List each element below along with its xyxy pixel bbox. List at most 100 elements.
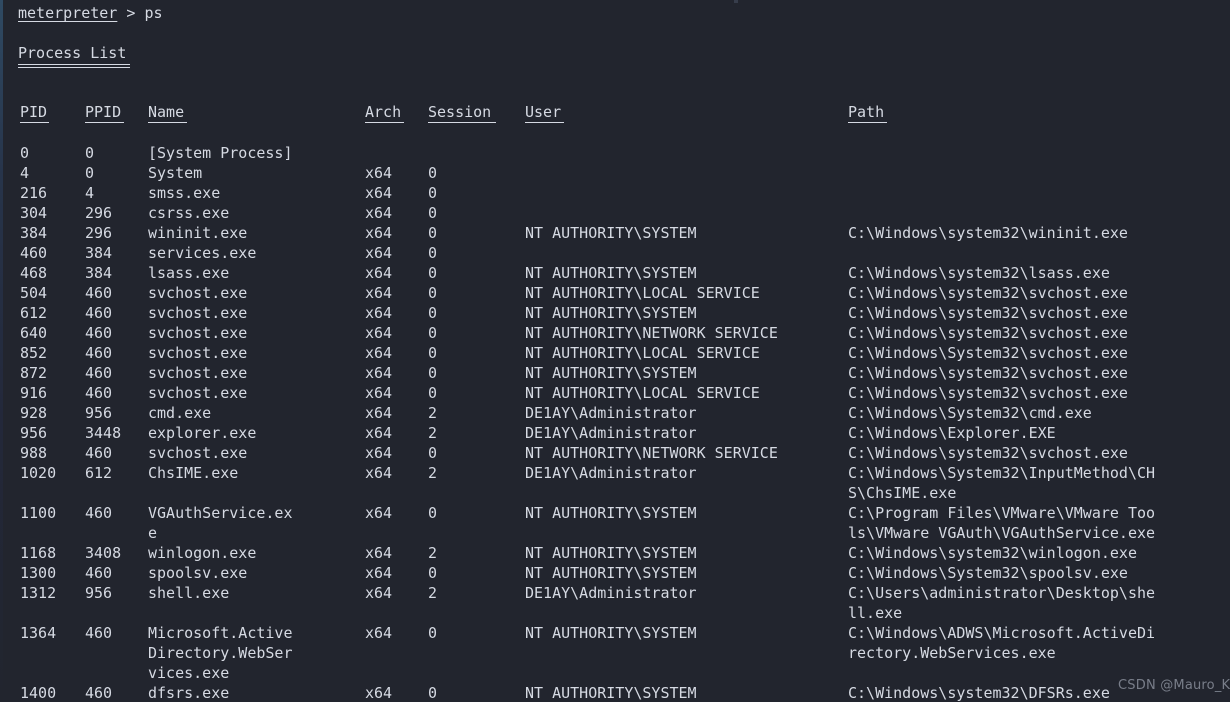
cell-arch: x64	[365, 284, 393, 302]
cell-pid: 872	[20, 364, 48, 382]
cell-pid: 468	[20, 264, 48, 282]
cell-name: Directory.WebSer	[148, 644, 293, 662]
cell-arch: x64	[365, 224, 393, 242]
cell-session: 0	[428, 324, 438, 342]
cell-arch: x64	[365, 204, 393, 222]
cell-name: VGAuthService.ex	[148, 504, 293, 522]
cell-user: NT AUTHORITY\SYSTEM	[525, 264, 697, 282]
cell-name: svchost.exe	[148, 324, 248, 342]
cell-user: NT AUTHORITY\LOCAL SERVICE	[525, 384, 760, 402]
cell-user: NT AUTHORITY\SYSTEM	[525, 684, 697, 702]
cell-name: smss.exe	[148, 184, 221, 202]
cell-session: 0	[428, 364, 438, 382]
cell-pid: 1300	[20, 564, 57, 582]
cell-ppid: 956	[85, 584, 113, 602]
cell-path: C:\Windows\System32\InputMethod\CH	[848, 464, 1156, 482]
cell-name: ChsIME.exe	[148, 464, 239, 482]
cell-arch: x64	[365, 544, 393, 562]
cell-user: DE1AY\Administrator	[525, 424, 697, 442]
cell-ppid: 460	[85, 364, 113, 382]
cell-name: explorer.exe	[148, 424, 257, 442]
cell-name: svchost.exe	[148, 364, 248, 382]
cell-path: C:\Windows\system32\DFSRs.exe	[848, 684, 1110, 702]
cell-path: C:\Windows\System32\svchost.exe	[848, 344, 1128, 362]
cell-ppid: 460	[85, 444, 113, 462]
cell-path: C:\Windows\Explorer.EXE	[848, 424, 1056, 442]
cell-path: C:\Windows\system32\svchost.exe	[848, 364, 1128, 382]
cell-arch: x64	[365, 344, 393, 362]
cell-pid: 1168	[20, 544, 57, 562]
cell-pid: 1312	[20, 584, 57, 602]
column-header-pid: PID	[20, 103, 48, 121]
column-rule-path	[848, 122, 887, 123]
cell-session: 2	[428, 584, 438, 602]
cell-arch: x64	[365, 184, 393, 202]
cell-ppid: 460	[85, 344, 113, 362]
cell-path: C:\Program Files\VMware\VMware Too	[848, 504, 1156, 522]
window-edge-accent	[0, 0, 3, 702]
cell-arch: x64	[365, 244, 393, 262]
cell-session: 0	[428, 204, 438, 222]
cell-session: 0	[428, 244, 438, 262]
cell-arch: x64	[365, 564, 393, 582]
cell-pid: 852	[20, 344, 48, 362]
cell-arch: x64	[365, 444, 393, 462]
command-text: ps	[144, 4, 163, 22]
cell-ppid: 3448	[85, 424, 122, 442]
cell-name: Microsoft.Active	[148, 624, 293, 642]
cell-session: 0	[428, 384, 438, 402]
cell-ppid: 956	[85, 404, 113, 422]
cell-path: ls\VMware VGAuth\VGAuthService.exe	[848, 524, 1156, 542]
cell-ppid: 460	[85, 684, 113, 702]
cell-session: 0	[428, 504, 438, 522]
cell-arch: x64	[365, 384, 393, 402]
cell-arch: x64	[365, 324, 393, 342]
column-header-user: User	[525, 103, 562, 121]
cell-path: C:\Windows\system32\svchost.exe	[848, 324, 1128, 342]
cell-path: C:\Windows\system32\svchost.exe	[848, 384, 1128, 402]
column-header-session: Session	[428, 103, 492, 121]
cell-path: C:\Windows\system32\svchost.exe	[848, 284, 1128, 302]
watermark-text: CSDN @Mauro_K	[1118, 678, 1230, 693]
cell-pid: 988	[20, 444, 48, 462]
cell-pid: 4	[20, 164, 30, 182]
cell-name: e	[148, 524, 158, 542]
cell-name: svchost.exe	[148, 344, 248, 362]
cell-user: DE1AY\Administrator	[525, 584, 697, 602]
cell-session: 0	[428, 224, 438, 242]
cell-name: shell.exe	[148, 584, 230, 602]
cell-path: C:\Windows\system32\lsass.exe	[848, 264, 1110, 282]
cell-pid: 1100	[20, 504, 57, 522]
cell-ppid: 3408	[85, 544, 122, 562]
process-list-title: Process List	[18, 44, 127, 62]
cell-path: ll.exe	[848, 604, 903, 622]
cell-user: NT AUTHORITY\SYSTEM	[525, 564, 697, 582]
cell-ppid: 460	[85, 304, 113, 322]
top-artifact	[734, 0, 738, 3]
cell-ppid: 4	[85, 184, 95, 202]
cell-arch: x64	[365, 584, 393, 602]
column-rule-arch	[365, 122, 404, 123]
title-underline	[18, 64, 130, 68]
cell-session: 0	[428, 624, 438, 642]
cell-pid: 1364	[20, 624, 57, 642]
cell-path: C:\Windows\System32\cmd.exe	[848, 404, 1092, 422]
prompt-label: meterpreter	[18, 4, 118, 22]
cell-session: 0	[428, 184, 438, 202]
cell-pid: 612	[20, 304, 48, 322]
cell-path: rectory.WebServices.exe	[848, 644, 1056, 662]
cell-pid: 0	[20, 144, 30, 162]
cell-arch: x64	[365, 264, 393, 282]
column-rule-pid	[20, 122, 49, 123]
column-header-name: Name	[148, 103, 185, 121]
column-rule-name	[148, 122, 187, 123]
cell-session: 0	[428, 564, 438, 582]
cell-pid: 1400	[20, 684, 57, 702]
cell-pid: 504	[20, 284, 48, 302]
cell-pid: 1020	[20, 464, 57, 482]
cell-user: NT AUTHORITY\SYSTEM	[525, 364, 697, 382]
cell-session: 2	[428, 424, 438, 442]
cell-name: svchost.exe	[148, 284, 248, 302]
cell-user: NT AUTHORITY\SYSTEM	[525, 304, 697, 322]
cell-path: C:\Windows\system32\svchost.exe	[848, 444, 1128, 462]
